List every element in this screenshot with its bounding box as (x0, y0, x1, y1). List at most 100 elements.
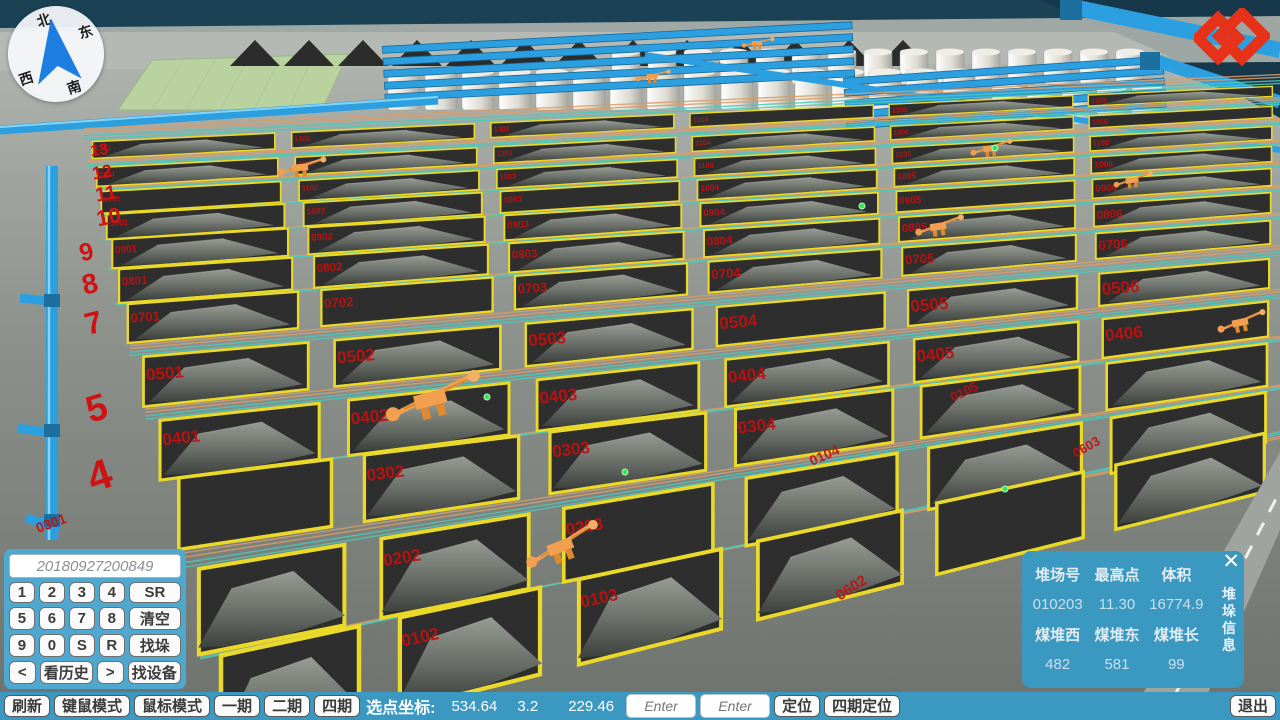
selected-point-label: 选点坐标: (366, 694, 435, 718)
pile-label: 1002 (306, 205, 326, 216)
vertical-title-char: 息 (1222, 638, 1236, 653)
pile-label: 0905 (899, 195, 922, 207)
keypad-buttons: 1234SR5678清空90SR找垛<看历史>找设备 (9, 582, 181, 684)
pile-label: 0902 (311, 231, 334, 243)
app-window: 1301130213031304130513061201120212031204… (0, 0, 1280, 720)
pile-label: 0801 (122, 275, 149, 289)
info-value: 99 (1147, 656, 1206, 673)
info-label-煤堆东: 煤堆东 (1087, 624, 1146, 645)
bar-button-二期[interactable]: 二期 (264, 695, 310, 717)
toolbar-mid-buttons: 定位四期定位 (774, 695, 900, 717)
pile-label: 0406 (1104, 322, 1144, 345)
keypad-panel: 1234SR5678清空90SR找垛<看历史>找设备 (4, 549, 186, 689)
pile-label: 0402 (350, 406, 390, 429)
pile-label: 1304 (693, 117, 709, 125)
pile-info-panel: 堆场号最高点体积01020311.3016774.9煤堆西煤堆东煤堆长48258… (1022, 551, 1244, 688)
keypad-button-6[interactable]: 6 (39, 607, 65, 630)
pile-label: 1105 (895, 149, 912, 159)
keypad-button-<[interactable]: < (9, 661, 36, 684)
toolbar-left-buttons: 刷新键鼠模式鼠标模式一期二期四期 (4, 695, 360, 717)
pile-label: 0805 (901, 221, 928, 235)
keypad-button-8[interactable]: 8 (99, 607, 125, 630)
bar-button-键鼠模式[interactable]: 键鼠模式 (54, 695, 130, 717)
pile-label: 1306 (1091, 98, 1107, 106)
keypad-button-3[interactable]: 3 (69, 582, 95, 603)
keypad-button-7[interactable]: 7 (69, 607, 95, 630)
pile-label: 0403 (538, 385, 578, 408)
pile-label: 0506 (1101, 277, 1140, 299)
status-dot (1002, 486, 1008, 492)
info-label-煤堆长: 煤堆长 (1147, 624, 1206, 645)
pile-label: 1203 (497, 150, 513, 158)
pile-label: 1104 (697, 160, 715, 170)
bar-button-一期[interactable]: 一期 (214, 695, 260, 717)
bar-button-四期[interactable]: 四期 (314, 695, 360, 717)
keypad-button-4[interactable]: 4 (99, 582, 125, 603)
pile-info-vertical-title: 堆垛信息 (1222, 587, 1236, 653)
bar-button-刷新[interactable]: 刷新 (4, 695, 50, 717)
keypad-row: 5678清空 (9, 607, 181, 630)
info-label-煤堆西: 煤堆西 (1028, 624, 1087, 645)
keypad-button-看历史[interactable]: 看历史 (40, 661, 93, 684)
keypad-row: <看历史>找设备 (9, 661, 181, 684)
pile-label: 0401 (161, 426, 201, 449)
pile-label: 0503 (527, 328, 566, 350)
pile-label: 0504 (719, 311, 759, 333)
keypad-button-找垛[interactable]: 找垛 (129, 634, 181, 657)
keypad-button->[interactable]: > (97, 661, 124, 684)
pile-label: 0703 (517, 279, 548, 296)
pile-label: 1003 (503, 194, 523, 205)
pile-label: 1005 (897, 170, 917, 181)
row-number: 12 (91, 161, 114, 184)
pile-label: 1004 (700, 182, 720, 193)
info-value: 11.30 (1087, 596, 1146, 613)
info-label-体积: 体积 (1147, 564, 1206, 585)
selected-point-y: 3.2 (517, 698, 538, 715)
pile-label: 0901 (115, 244, 138, 256)
vertical-title-char: 信 (1222, 621, 1236, 636)
row-number: 10 (94, 202, 123, 231)
info-value: 581 (1087, 656, 1146, 673)
keypad-button-5[interactable]: 5 (9, 607, 35, 630)
keypad-button-9[interactable]: 9 (9, 634, 35, 657)
bottom-toolbar: 刷新键鼠模式鼠标模式一期二期四期 选点坐标: 534.64 3.2 229.46… (0, 692, 1280, 720)
vertical-title-char: 堆 (1222, 587, 1236, 602)
pile-label: 1106 (1093, 138, 1110, 148)
coordinate-input-1[interactable] (626, 694, 696, 718)
pile-label: 0501 (145, 362, 184, 384)
info-label-堆场号: 堆场号 (1028, 564, 1087, 585)
pile-label: 0404 (727, 364, 767, 387)
keypad-button-找设备[interactable]: 找设备 (128, 661, 181, 684)
pile-label: 1102 (302, 183, 319, 193)
coordinate-input-2[interactable] (700, 694, 770, 718)
info-value: 16774.9 (1147, 596, 1206, 613)
pile-label: 1204 (695, 140, 711, 148)
exit-button[interactable]: 退出 (1230, 695, 1276, 717)
bar-button-鼠标模式[interactable]: 鼠标模式 (134, 695, 210, 717)
pile-label: 0505 (910, 294, 949, 316)
keypad-button-清空[interactable]: 清空 (129, 607, 181, 630)
bar-button-四期定位[interactable]: 四期定位 (824, 695, 900, 717)
keypad-button-R[interactable]: R (99, 634, 125, 657)
pile-label: 0706 (1098, 236, 1129, 253)
keypad-button-1[interactable]: 1 (9, 582, 35, 603)
history-timestamp-input[interactable] (9, 554, 181, 578)
keypad-button-SR[interactable]: SR (129, 582, 181, 603)
status-dot (622, 469, 628, 475)
keypad-button-2[interactable]: 2 (39, 582, 65, 603)
pile-label: 1206 (1092, 119, 1108, 127)
close-icon[interactable]: ✕ (1222, 551, 1240, 573)
pile-label: 0806 (1096, 208, 1122, 222)
keypad-button-0[interactable]: 0 (39, 634, 65, 657)
keypad-row: 90SR找垛 (9, 634, 181, 657)
info-label-最高点: 最高点 (1087, 564, 1146, 585)
keypad-button-S[interactable]: S (69, 634, 95, 657)
status-dot (859, 203, 865, 209)
pile-label: 0704 (711, 265, 742, 282)
bar-button-定位[interactable]: 定位 (774, 695, 820, 717)
selected-point-z: 229.46 (568, 698, 614, 715)
pile-label: 0802 (316, 261, 342, 275)
company-logo-icon (1194, 8, 1270, 70)
status-dot (484, 394, 490, 400)
pile-label: 1006 (1094, 159, 1114, 170)
